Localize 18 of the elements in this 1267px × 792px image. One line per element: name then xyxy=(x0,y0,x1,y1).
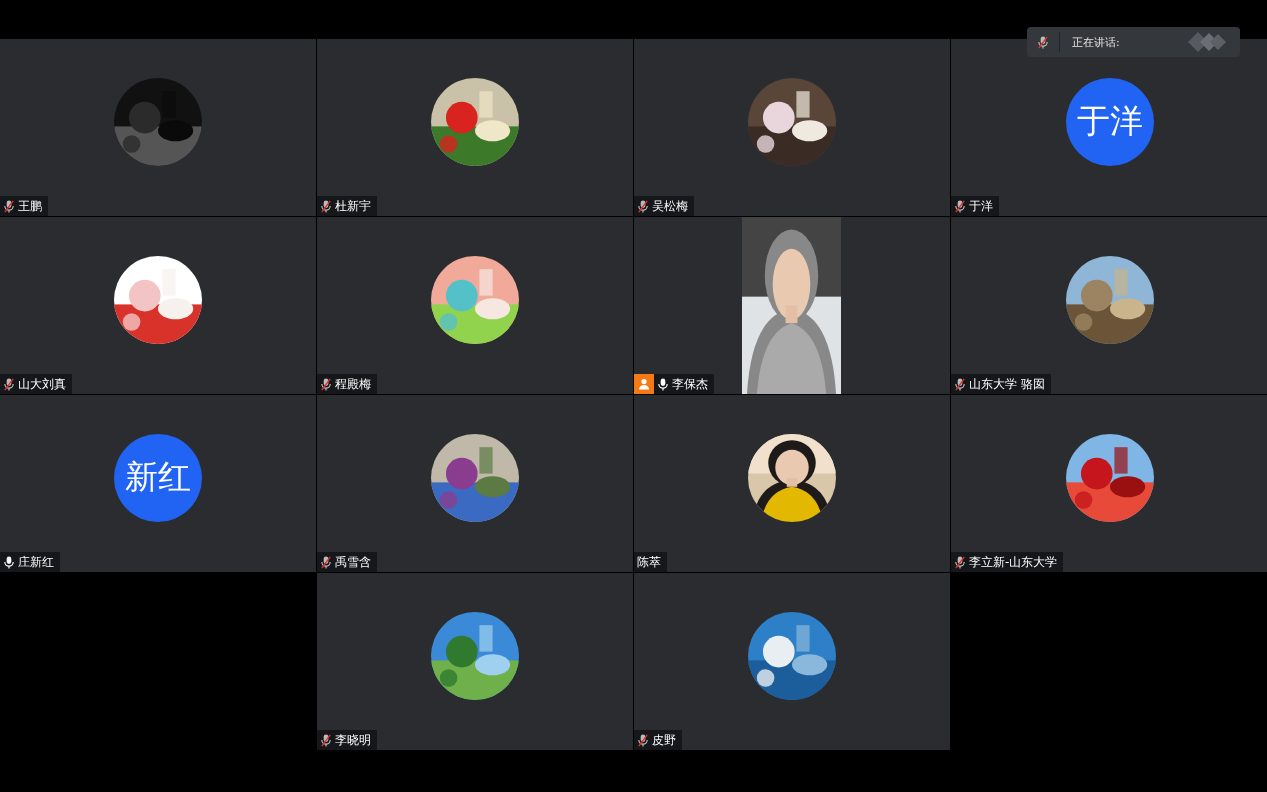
participant-name: 李立新-山东大学 xyxy=(969,553,1058,571)
participant-name: 山大刘真 xyxy=(18,375,66,393)
speaking-label: 正在讲话: xyxy=(1072,34,1121,50)
participant-name: 禹雪含 xyxy=(335,553,371,571)
participant-name: 王鹏 xyxy=(18,197,42,215)
participant-name: 杜新宇 xyxy=(335,197,371,215)
participant-name: 李保杰 xyxy=(672,375,708,393)
participant-name: 皮野 xyxy=(652,731,676,749)
blurred-name-drawing xyxy=(1188,32,1228,52)
participant-name: 程殿梅 xyxy=(335,375,371,393)
participant-name: 于洋 xyxy=(969,197,993,215)
avatar-initials: 新红 xyxy=(114,433,202,522)
avatar-initials: 于洋 xyxy=(1066,77,1154,166)
participant-name: 李晓明 xyxy=(335,731,371,749)
participant-name: 山东大学 骆囡 xyxy=(969,375,1045,393)
participant-name: 庄新红 xyxy=(18,553,54,571)
participant-name: 吴松梅 xyxy=(652,197,688,215)
participant-name: 陈萃 xyxy=(637,553,661,571)
